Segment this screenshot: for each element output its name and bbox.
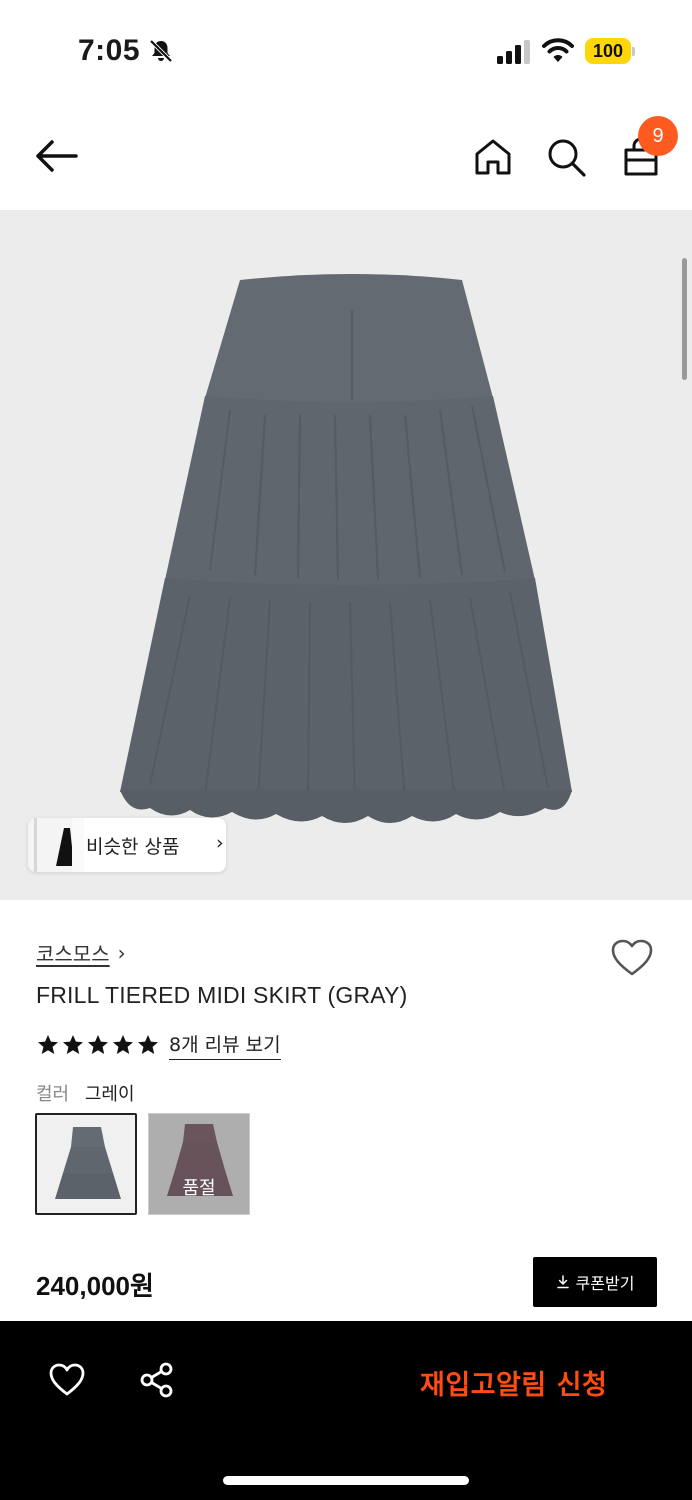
coupon-label: 쿠폰받기 (575, 1274, 635, 1293)
restock-alert-button[interactable]: 재입고알림 신청 (420, 1363, 607, 1402)
similar-thumbnail (28, 818, 84, 872)
brand-link[interactable]: 코스모스 › (36, 938, 126, 967)
search-icon[interactable] (545, 136, 587, 178)
coupon-button[interactable]: 쿠폰받기 (533, 1257, 657, 1307)
download-icon (556, 1275, 569, 1289)
star-icon (138, 1035, 158, 1054)
status-time: 7:05 (78, 34, 141, 67)
similar-products-label: 비슷한 상품 (86, 836, 180, 858)
product-image (120, 274, 572, 823)
color-label: 컬러 (36, 1084, 70, 1105)
home-indicator[interactable] (223, 1476, 469, 1485)
product-image-gallery[interactable]: 비슷한 상품 › (0, 210, 692, 900)
similar-products-button[interactable]: 비슷한 상품 › (28, 818, 226, 872)
signal-icon (497, 40, 530, 64)
home-icon[interactable] (472, 136, 514, 178)
chevron-right-icon: › (117, 940, 126, 965)
product-title: FRILL TIERED MIDI SKIRT (GRAY) (36, 982, 408, 1008)
wishlist-heart-icon[interactable] (610, 938, 654, 978)
star-icon (63, 1035, 83, 1054)
bottom-action-bar: 재입고알림 신청 (0, 1321, 692, 1500)
color-option-row: 컬러 그레이 (36, 1080, 135, 1106)
bell-off-icon (149, 39, 173, 63)
color-swatch-gray[interactable] (35, 1113, 137, 1215)
image-scroll-indicator[interactable] (682, 258, 687, 380)
sold-out-label: 품절 (182, 1178, 216, 1199)
cart-count-badge[interactable]: 9 (638, 116, 678, 156)
star-icon (38, 1035, 58, 1054)
header-nav (0, 100, 692, 210)
brand-name[interactable]: 코스모스 (36, 938, 110, 967)
star-icon (113, 1035, 133, 1054)
color-swatch-wine[interactable]: 품절 (148, 1113, 250, 1215)
status-bar: 7:05 100 (0, 0, 692, 100)
chevron-right-icon: › (216, 832, 224, 854)
share-icon[interactable] (138, 1361, 176, 1399)
heart-icon[interactable] (48, 1361, 86, 1399)
review-link[interactable]: 8개 리뷰 보기 (169, 1030, 281, 1060)
color-value: 그레이 (84, 1084, 135, 1105)
wifi-icon (542, 38, 574, 62)
star-rating (36, 1033, 161, 1057)
star-icon (88, 1035, 108, 1054)
back-arrow-icon[interactable] (32, 136, 80, 176)
product-price: 240,000원 (36, 1271, 154, 1301)
battery-level: 100 (585, 38, 631, 64)
rating-row: 8개 리뷰 보기 (36, 1030, 281, 1060)
battery-icon: 100 (585, 38, 635, 64)
